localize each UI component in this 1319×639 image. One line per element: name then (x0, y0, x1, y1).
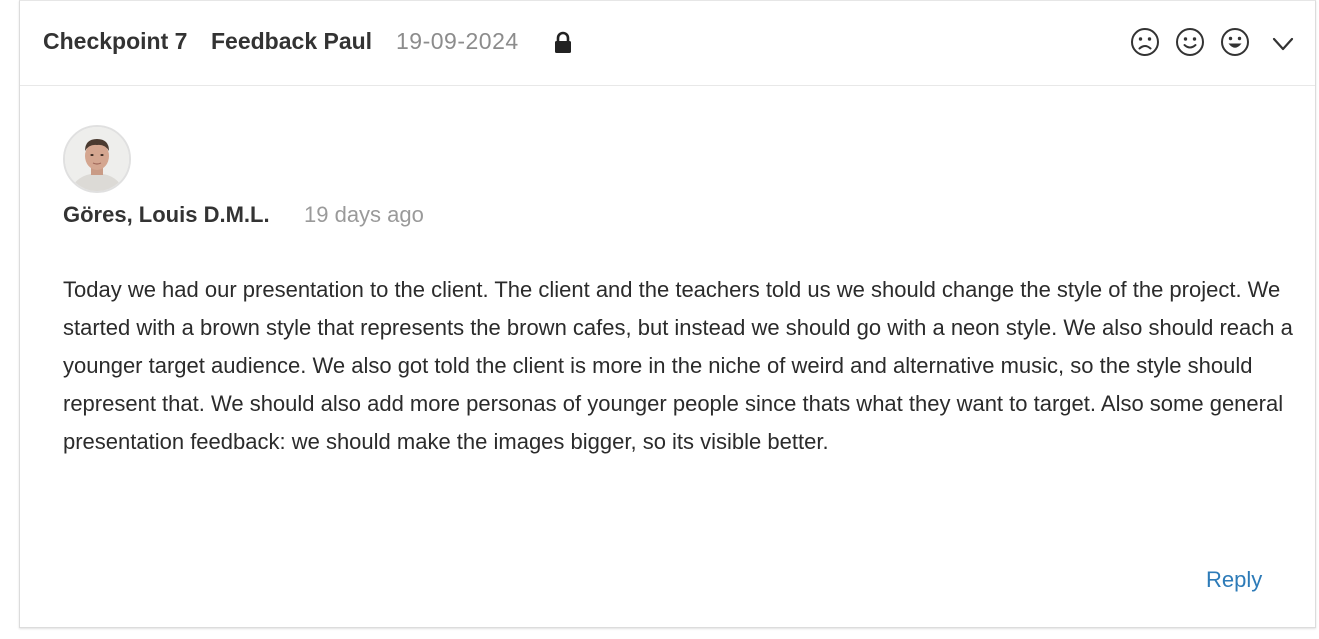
feedback-title: Feedback Paul (211, 28, 373, 54)
checkpoint-label: Checkpoint 7 (43, 28, 188, 54)
lock-icon (555, 31, 571, 53)
avatar (63, 125, 131, 193)
feedback-card: Checkpoint 7 Feedback Paul 19-09-2024 Gö… (19, 0, 1316, 628)
avatar-portrait (65, 127, 129, 191)
comment-timestamp: 19 days ago (304, 202, 424, 227)
smile-icon[interactable] (1175, 27, 1205, 57)
card-header[interactable]: Checkpoint 7 Feedback Paul 19-09-2024 (20, 1, 1315, 86)
reply-button[interactable]: Reply (1206, 567, 1262, 593)
grin-icon[interactable] (1220, 27, 1250, 57)
comment-body: Today we had our presentation to the cli… (63, 277, 1293, 454)
frown-icon[interactable] (1130, 27, 1160, 57)
comment-author[interactable]: Göres, Louis D.M.L. (63, 202, 270, 228)
feedback-date: 19-09-2024 (396, 28, 519, 54)
chevron-down-icon[interactable] (1270, 31, 1296, 57)
